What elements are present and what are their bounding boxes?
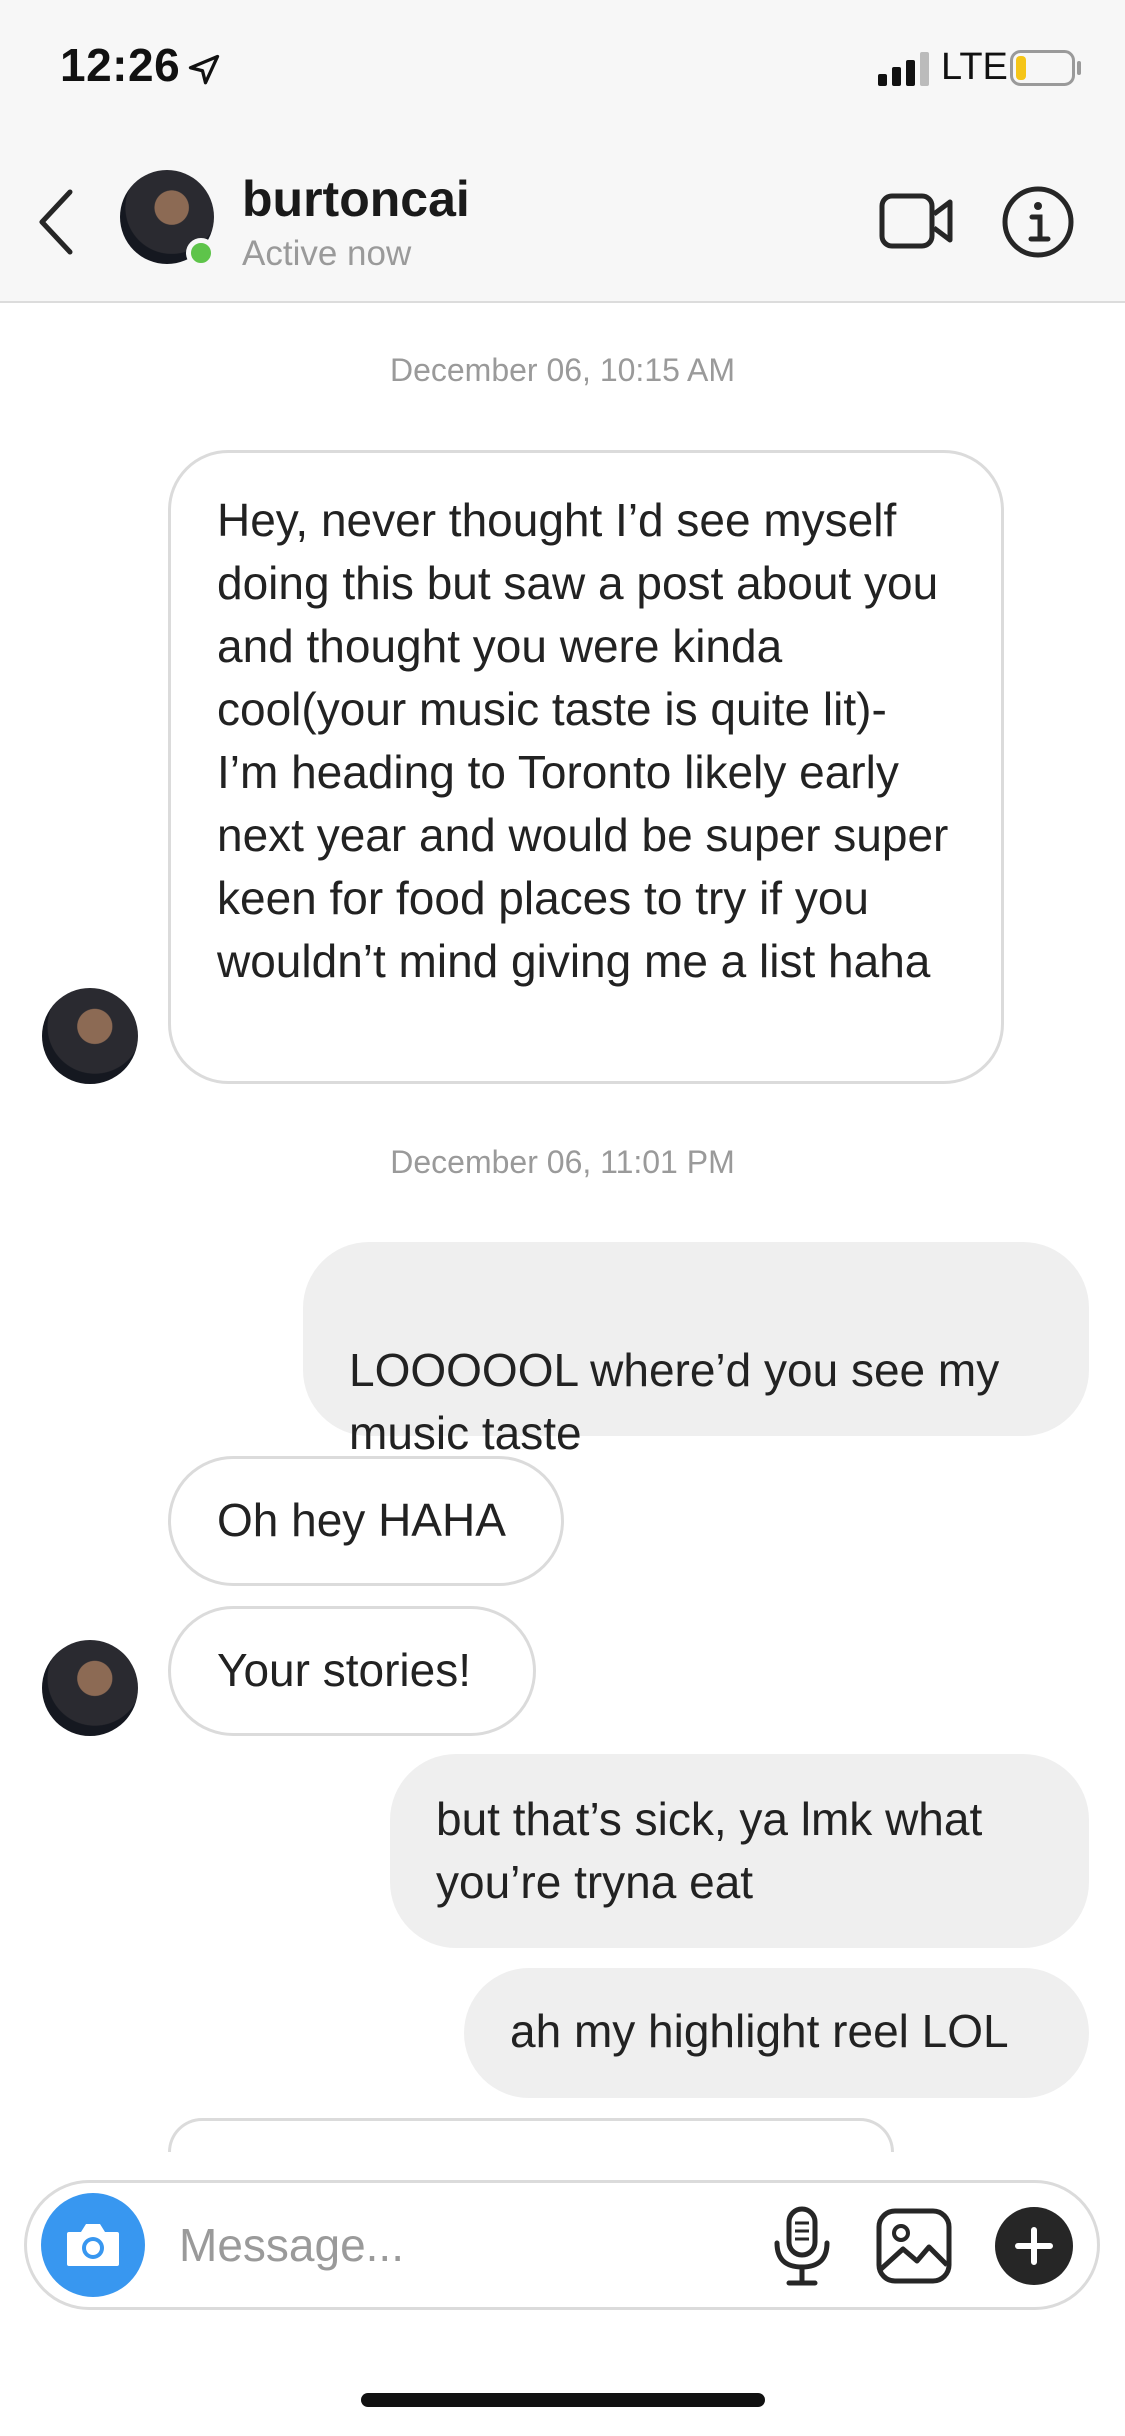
incoming-message[interactable]: Your stories! — [168, 1606, 536, 1736]
incoming-message[interactable]: Oh hey HAHA — [168, 1456, 564, 1586]
avatar[interactable] — [42, 988, 138, 1084]
incoming-message-partial[interactable] — [168, 2118, 894, 2152]
avatar[interactable] — [42, 1640, 138, 1736]
status-bar: 12:26 LTE — [0, 0, 1125, 140]
plus-icon — [1015, 2227, 1053, 2265]
timestamp: December 06, 11:01 PM — [390, 1144, 735, 1180]
outgoing-message[interactable]: but that’s sick, ya lmk what you’re tryn… — [390, 1754, 1089, 1948]
active-status: Active now — [242, 234, 412, 273]
home-indicator[interactable] — [361, 2393, 765, 2407]
timestamp: December 06, 10:15 AM — [389, 352, 736, 388]
message-text: LOOOOOL where’d you see my music taste — [349, 1344, 1000, 1459]
plus-button[interactable] — [995, 2207, 1073, 2285]
cellular-signal-icon — [878, 52, 929, 86]
dm-conversation-screen: 12:26 LTE burtoncai Active now December … — [0, 0, 1125, 2436]
carrier-label: LTE — [941, 46, 1008, 88]
username[interactable]: burtoncai — [242, 170, 470, 228]
message-input[interactable] — [177, 2213, 737, 2277]
status-time: 12:26 — [60, 39, 181, 91]
outgoing-message[interactable]: LOOOOOL where’d you see my music taste — [303, 1242, 1089, 1520]
gallery-icon[interactable] — [875, 2207, 953, 2285]
microphone-icon[interactable] — [769, 2205, 835, 2287]
battery-low-icon — [1010, 50, 1081, 86]
incoming-message[interactable]: Hey, never thought I’d see myself doing … — [168, 450, 1004, 1084]
online-indicator — [186, 238, 216, 268]
info-icon[interactable] — [1000, 184, 1076, 260]
conversation-header: burtoncai Active now — [0, 140, 1125, 303]
camera-button[interactable] — [41, 2193, 145, 2297]
camera-icon — [67, 2224, 119, 2266]
chevron-left-icon[interactable] — [28, 184, 84, 260]
outgoing-message[interactable]: ah my highlight reel LOL — [464, 1968, 1089, 2098]
location-arrow-icon — [188, 54, 220, 85]
message-composer — [24, 2180, 1100, 2310]
video-camera-icon[interactable] — [878, 190, 954, 252]
